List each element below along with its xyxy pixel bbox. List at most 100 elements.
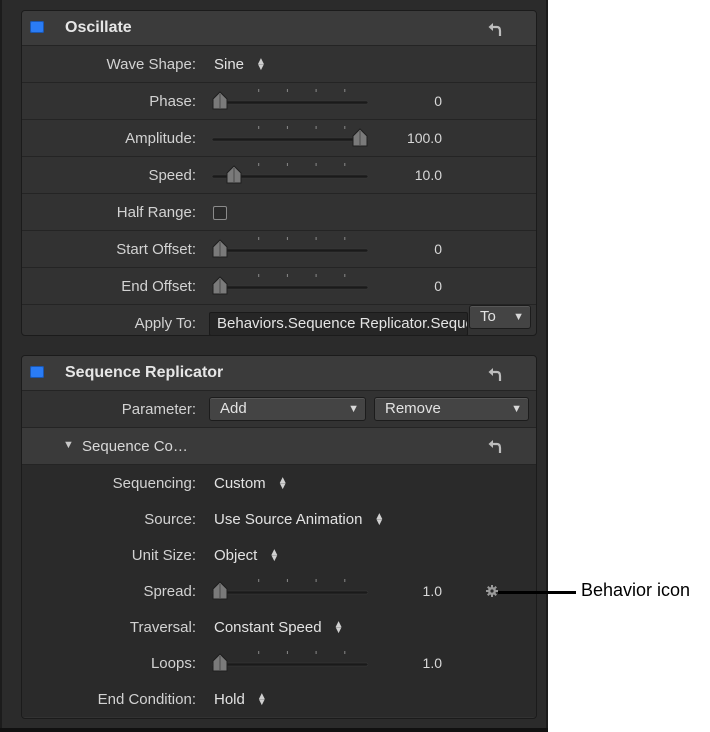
callout-leader-line	[498, 591, 576, 594]
loops-row: Loops: 1.0	[22, 645, 536, 681]
behavior-icon-callout: Behavior icon	[581, 580, 691, 600]
enable-checkbox-icon[interactable]	[30, 366, 44, 378]
apply-to-row: Apply To: Behaviors.Sequence Replicator.…	[22, 305, 536, 335]
sequence-replicator-header: Sequence Replicator	[22, 356, 536, 391]
disclosure-triangle-icon[interactable]: ▼	[63, 439, 74, 451]
end-offset-value[interactable]: 0	[434, 278, 442, 294]
unit-size-label: Unit Size:	[131, 547, 196, 564]
amplitude-label: Amplitude:	[125, 130, 196, 147]
spread-label: Spread:	[143, 583, 196, 600]
unit-size-row: Unit Size: Object ▲ ▼	[22, 537, 536, 573]
add-parameter-label: Add	[220, 400, 247, 417]
source-label: Source:	[144, 511, 196, 528]
spread-row: Spread: 1.0	[22, 573, 536, 609]
wave-shape-value: Sine	[214, 56, 245, 73]
wave-shape-row: Wave Shape: Sine ▲ ▼	[22, 46, 536, 83]
spread-value[interactable]: 1.0	[423, 583, 442, 599]
sequence-replicator-section: Sequence Replicator Parameter: Add ▼ Rem…	[21, 355, 537, 719]
phase-value[interactable]: 0	[434, 93, 442, 109]
end-condition-popup[interactable]: Hold ▲ ▼	[214, 691, 267, 708]
slider-track[interactable]	[211, 137, 369, 142]
speed-label: Speed:	[148, 167, 196, 184]
chevron-down-icon: ▼	[513, 311, 524, 323]
slider-track[interactable]	[211, 100, 369, 105]
amplitude-value[interactable]: 100.0	[407, 130, 442, 146]
unit-size-value: Object	[214, 547, 258, 564]
oscillate-header: Oscillate	[22, 11, 536, 46]
traversal-row: Traversal: Constant Speed ▲ ▼	[22, 609, 536, 645]
panel-edge	[0, 0, 2, 732]
reset-arrow-icon[interactable]	[488, 366, 502, 382]
wave-shape-label: Wave Shape:	[106, 56, 197, 73]
start-offset-label: Start Offset:	[116, 241, 196, 258]
parameter-label: Parameter:	[121, 401, 196, 418]
remove-parameter-button[interactable]: Remove ▼	[374, 397, 529, 421]
apply-to-label: Apply To:	[134, 315, 196, 332]
end-condition-row: End Condition: Hold ▲ ▼	[22, 681, 536, 717]
phase-row: Phase: 0	[22, 83, 536, 120]
phase-label: Phase:	[149, 93, 196, 110]
half-range-row: Half Range:	[22, 194, 536, 231]
spread-slider[interactable]	[210, 575, 370, 605]
apply-to-field[interactable]: Behaviors.Sequence Replicator.Sequence C…	[209, 312, 468, 335]
end-condition-label: End Condition:	[97, 691, 196, 708]
add-parameter-button[interactable]: Add ▼	[209, 397, 366, 421]
remove-parameter-label: Remove	[385, 400, 441, 417]
start-offset-slider[interactable]	[210, 233, 370, 263]
speed-row: Speed: 10.0	[22, 157, 536, 194]
wave-shape-popup[interactable]: Sine ▲ ▼	[214, 56, 266, 73]
half-range-checkbox[interactable]	[213, 206, 227, 220]
apply-to-menu-button[interactable]: To ▼	[469, 305, 531, 329]
source-row: Source: Use Source Animation ▲ ▼	[22, 501, 536, 537]
sequencing-value: Custom	[214, 475, 266, 492]
sequencing-popup[interactable]: Custom ▲ ▼	[214, 475, 288, 492]
up-down-arrows-icon: ▲ ▼	[277, 475, 288, 493]
loops-label: Loops:	[150, 655, 196, 672]
phase-slider[interactable]	[210, 85, 370, 115]
up-down-arrows-icon: ▲ ▼	[269, 547, 280, 565]
apply-to-menu-label: To	[480, 308, 496, 325]
slider-track[interactable]	[211, 285, 369, 290]
end-condition-value: Hold	[214, 691, 245, 708]
loops-value[interactable]: 1.0	[423, 655, 442, 671]
sequencing-row: Sequencing: Custom ▲ ▼	[22, 465, 536, 501]
oscillate-section: Oscillate Wave Shape: Sine ▲ ▼ Phase: 0 Am…	[21, 10, 537, 336]
sequencing-label: Sequencing:	[112, 475, 196, 492]
end-offset-slider[interactable]	[210, 270, 370, 300]
slider-track[interactable]	[211, 662, 369, 667]
start-offset-value[interactable]: 0	[434, 241, 442, 257]
sequence-control-header[interactable]: ▼ Sequence Co…	[22, 428, 536, 465]
traversal-popup[interactable]: Constant Speed ▲ ▼	[214, 619, 343, 636]
reset-arrow-icon[interactable]	[488, 21, 502, 37]
amplitude-row: Amplitude: 100.0	[22, 120, 536, 157]
loops-slider[interactable]	[210, 647, 370, 677]
up-down-arrows-icon: ▲ ▼	[333, 619, 344, 637]
source-popup[interactable]: Use Source Animation ▲ ▼	[214, 511, 384, 528]
chevron-down-icon: ▼	[348, 403, 359, 415]
enable-checkbox-icon[interactable]	[30, 21, 44, 33]
traversal-label: Traversal:	[129, 619, 196, 636]
source-value: Use Source Animation	[214, 511, 363, 528]
speed-slider[interactable]	[210, 159, 370, 189]
end-offset-row: End Offset: 0	[22, 268, 536, 305]
panel-edge	[546, 0, 548, 732]
up-down-arrows-icon: ▲ ▼	[374, 511, 385, 529]
slider-track[interactable]	[211, 248, 369, 253]
panel-edge	[0, 728, 548, 732]
chevron-down-icon: ▼	[511, 403, 522, 415]
speed-value[interactable]: 10.0	[415, 167, 442, 183]
inspector-panel: Oscillate Wave Shape: Sine ▲ ▼ Phase: 0 Am…	[0, 0, 548, 732]
section-title: Oscillate	[65, 19, 132, 36]
sequence-control-body: Sequencing: Custom ▲ ▼ Source: Use Source …	[22, 465, 536, 717]
unit-size-popup[interactable]: Object ▲ ▼	[214, 547, 279, 564]
slider-track[interactable]	[211, 590, 369, 595]
gear-icon[interactable]	[486, 585, 498, 597]
up-down-arrows-icon: ▲ ▼	[256, 691, 267, 709]
reset-arrow-icon[interactable]	[488, 438, 502, 454]
traversal-value: Constant Speed	[214, 619, 322, 636]
up-down-arrows-icon: ▲ ▼	[256, 56, 266, 74]
start-offset-row: Start Offset: 0	[22, 231, 536, 268]
half-range-label: Half Range:	[116, 204, 196, 221]
parameter-row: Parameter: Add ▼ Remove ▼	[22, 391, 536, 428]
amplitude-slider[interactable]	[210, 122, 370, 152]
